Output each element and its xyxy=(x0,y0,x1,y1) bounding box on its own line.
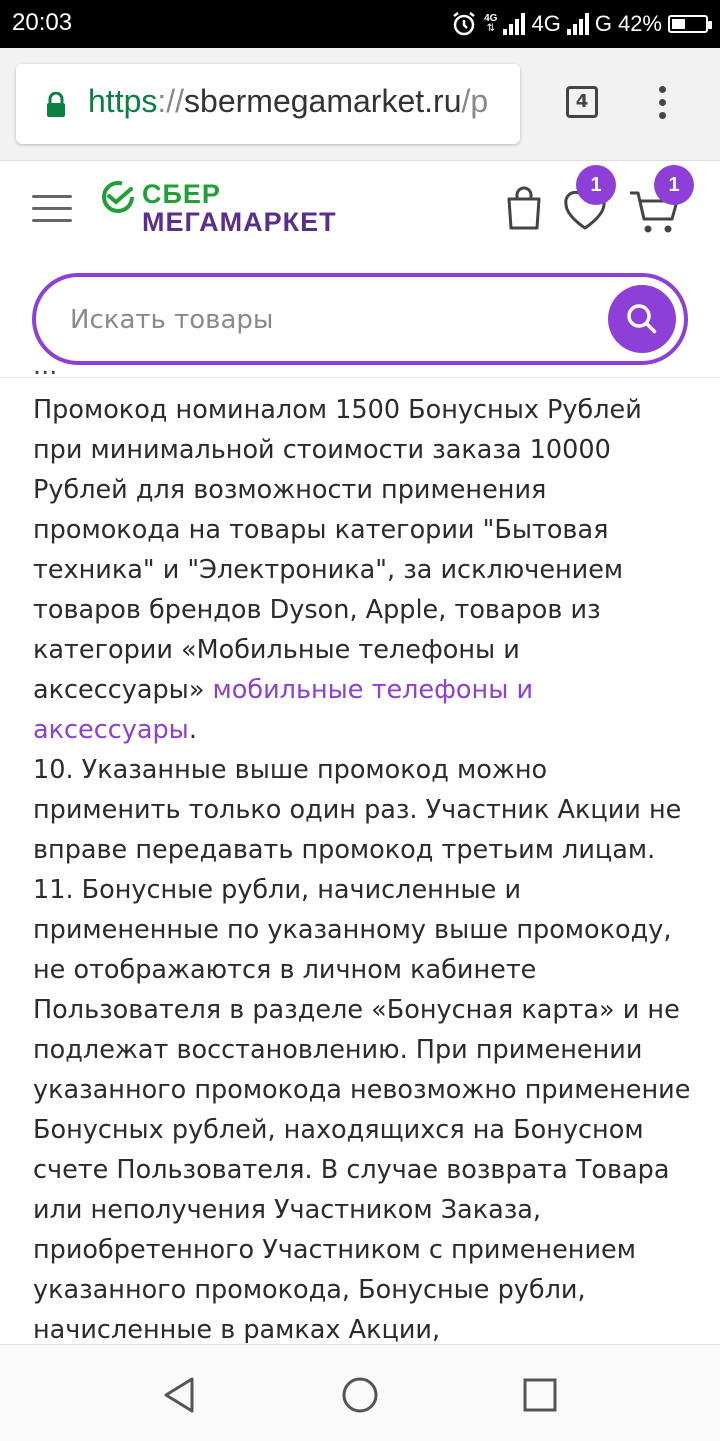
hamburger-menu-icon[interactable] xyxy=(32,195,72,225)
article-content: ... Промокод номиналом 1500 Бонусных Руб… xyxy=(33,370,693,1343)
logo-text-megamarket: МЕГАМАРКЕТ xyxy=(142,207,337,237)
lock-icon xyxy=(47,92,65,117)
search-box xyxy=(32,273,688,365)
network-type-1: 4G xyxy=(531,11,561,36)
battery-percent: 42% xyxy=(617,11,662,36)
status-bar: 20:03 4G ⇅ 4G G 42% xyxy=(0,0,720,48)
recents-icon[interactable] xyxy=(522,1377,558,1413)
battery-fill xyxy=(672,19,686,29)
search-button[interactable] xyxy=(608,285,676,353)
paragraph-promo-end: . xyxy=(188,715,197,745)
url-host: sbermegamarket.ru xyxy=(184,83,462,119)
url-scheme: https xyxy=(88,83,158,119)
paragraph-11: 11. Бонусные рубли, начисленные и примен… xyxy=(33,875,691,1343)
sber-logo-icon xyxy=(102,181,134,213)
logo-text-sber: СБЕР xyxy=(142,179,221,209)
url-text: https://sbermegamarket.ru/p xyxy=(88,83,488,120)
home-icon[interactable] xyxy=(340,1375,380,1415)
network-type-2: G xyxy=(594,11,612,36)
more-menu-icon[interactable] xyxy=(656,86,668,122)
signal-icon-2 xyxy=(566,13,589,35)
system-navigation-bar xyxy=(0,1344,720,1441)
url-path: /p xyxy=(461,83,489,119)
paragraph-10: 10. Указанные выше промокод можно примен… xyxy=(33,755,682,865)
status-icons: 4G ⇅ 4G G 42% xyxy=(450,8,712,40)
address-bar[interactable]: https://sbermegamarket.ru/p xyxy=(16,64,520,144)
volte-4g-icon: 4G ⇅ xyxy=(484,13,498,34)
signal-icon xyxy=(503,13,526,35)
browser-toolbar: https://sbermegamarket.ru/p 4 xyxy=(0,48,720,160)
shopping-bag-icon[interactable] xyxy=(504,185,544,231)
battery-icon xyxy=(668,15,712,33)
url-separator: :// xyxy=(157,83,185,119)
paragraph-promo: Промокод номиналом 1500 Бонусных Рублей … xyxy=(33,390,693,750)
search-icon xyxy=(627,304,657,334)
paragraph-promo-text: Промокод номиналом 1500 Бонусных Рублей … xyxy=(33,395,642,705)
status-time: 20:03 xyxy=(12,9,73,36)
back-icon[interactable] xyxy=(160,1375,200,1415)
alarm-icon xyxy=(453,12,475,36)
search-input[interactable] xyxy=(68,295,592,345)
site-header: СБЕР МЕГАМАРКЕТ 1 1 xyxy=(0,160,720,378)
partially-hidden-line: ... xyxy=(33,370,57,386)
favorites-badge: 1 xyxy=(576,165,616,205)
tab-switcher-button[interactable]: 4 xyxy=(566,86,598,118)
cart-badge: 1 xyxy=(654,165,694,205)
